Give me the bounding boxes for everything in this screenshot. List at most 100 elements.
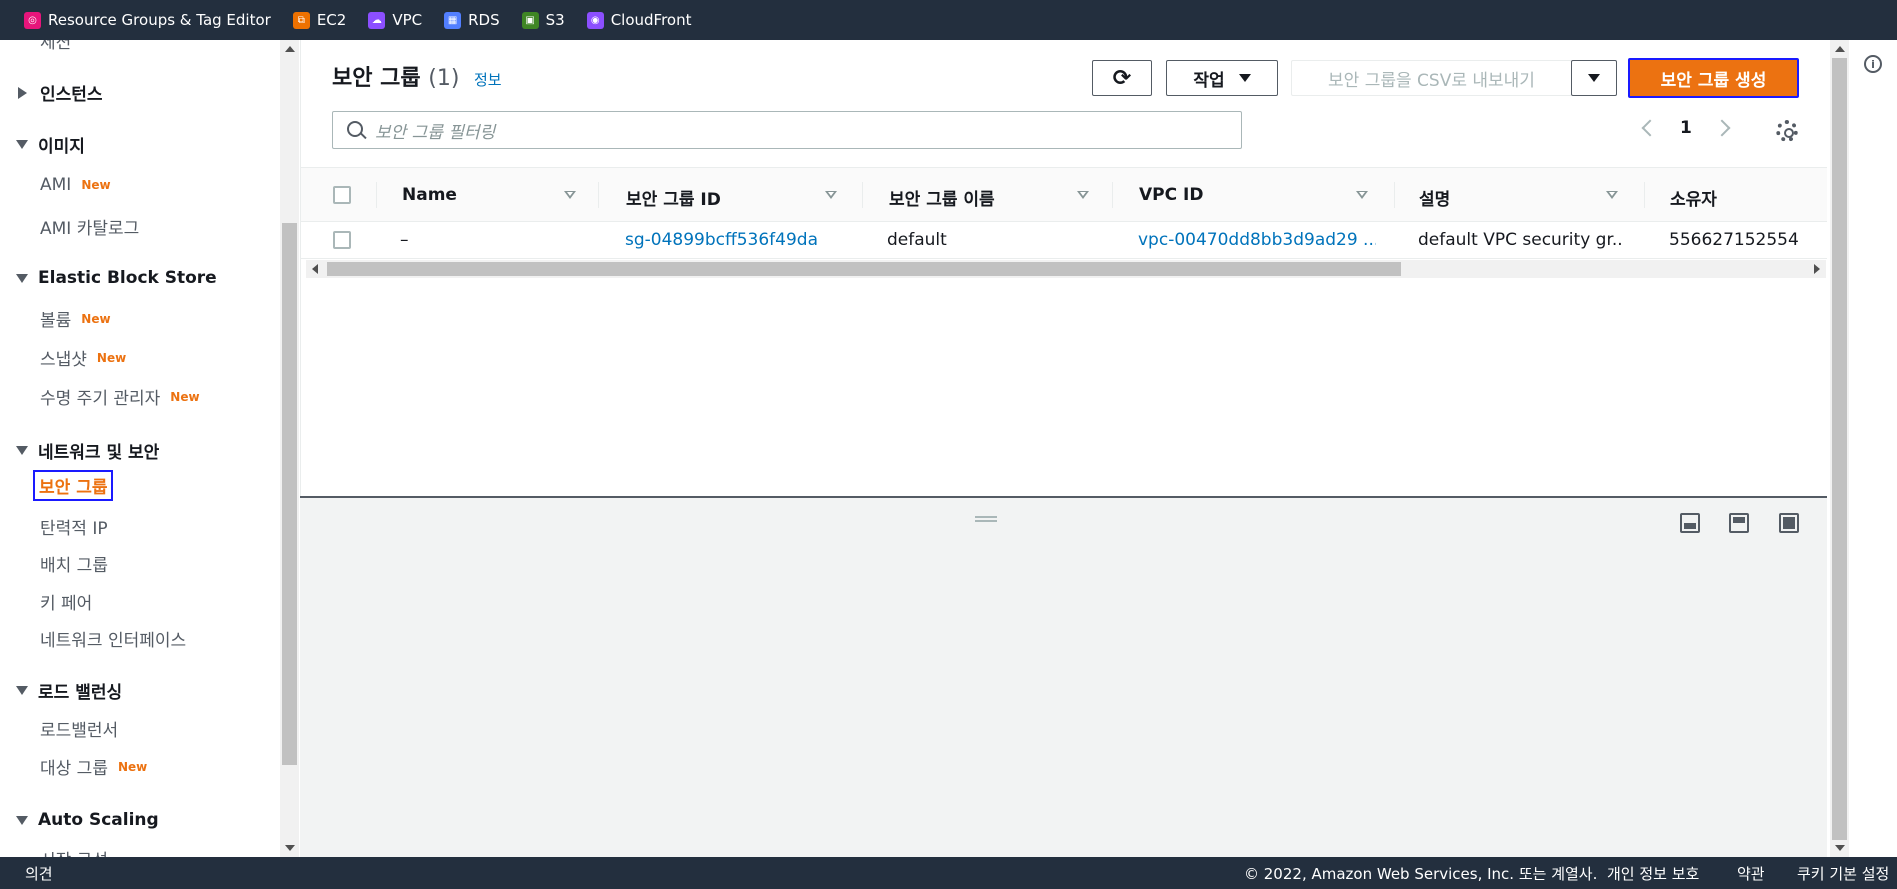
sidebar-section-ebs[interactable]: Elastic Block Store (16, 268, 217, 288)
favorite-s3[interactable]: ▣ S3 (521, 11, 565, 29)
favorite-cloudfront[interactable]: ◉ CloudFront (586, 11, 692, 29)
favorite-ec2[interactable]: ⧉ EC2 (292, 11, 347, 29)
sidebar-section-network[interactable]: 네트워크 및 보안 (16, 438, 159, 463)
sidebar-item-ami-catalog[interactable]: AMI 카탈로그 (40, 214, 139, 239)
row-checkbox[interactable] (333, 231, 351, 249)
page-number[interactable]: 1 (1680, 118, 1692, 138)
pagination: 1 (1641, 118, 1731, 138)
sidebar-item-elastic-ip[interactable]: 탄력적 IP (40, 514, 108, 539)
ec2-icon: ⧉ (292, 11, 310, 29)
sidebar-item-placement-groups[interactable]: 배치 그룹 (40, 551, 108, 576)
sort-icon[interactable] (1606, 191, 1618, 199)
sidebar-item-launch-configurations[interactable]: 시작 구성 (40, 846, 108, 857)
sidebar-item-network-interfaces[interactable]: 네트워크 인터페이스 (40, 626, 186, 651)
sidebar-item-target-groups[interactable]: 대상 그룹 New (40, 754, 147, 779)
create-security-group-button[interactable]: 보안 그룹 생성 (1628, 58, 1799, 98)
favorite-vpc[interactable]: ☁ VPC (368, 11, 422, 29)
cell-sg-id-link[interactable]: sg-04899bcff536f49da (625, 230, 818, 250)
export-options-dropdown[interactable] (1571, 60, 1617, 96)
favorite-rds[interactable]: ▦ RDS (444, 11, 500, 29)
sidebar-item-key-pairs[interactable]: 키 페어 (40, 589, 92, 614)
chevron-right-icon[interactable] (1713, 119, 1731, 137)
sort-icon[interactable] (1356, 191, 1368, 199)
sidebar-section-load-balancing[interactable]: 로드 밸런싱 (16, 678, 122, 703)
column-header-description[interactable]: 설명 (1419, 185, 1450, 210)
new-badge: New (96, 350, 127, 365)
chevron-left-icon[interactable] (1641, 119, 1659, 137)
scrollbar-thumb[interactable] (1832, 58, 1847, 840)
sidebar-section-images[interactable]: 이미지 (16, 132, 85, 157)
new-badge: New (117, 759, 148, 774)
gear-icon[interactable] (1776, 120, 1798, 142)
refresh-button[interactable]: ⟳ (1092, 60, 1152, 96)
terms-link[interactable]: 약관 (1737, 863, 1765, 884)
feedback-link[interactable]: 의견 (25, 863, 53, 884)
caret-down-icon (1238, 74, 1251, 82)
caret-down-icon (16, 140, 28, 149)
column-header-name[interactable]: Name (402, 185, 457, 205)
actions-dropdown[interactable]: 작업 (1166, 60, 1278, 96)
main-scrollbar[interactable] (1830, 40, 1849, 857)
split-side-icon[interactable] (1729, 513, 1749, 533)
sidebar-scrollbar[interactable] (280, 40, 299, 857)
table-horizontal-scrollbar[interactable] (306, 260, 1826, 278)
split-full-icon[interactable] (1779, 513, 1799, 533)
sidebar-section-label: 인스턴스 (40, 85, 103, 105)
cell-name: – (400, 230, 409, 250)
select-all-checkbox[interactable] (333, 186, 351, 204)
cell-owner: 556627152554 (1669, 230, 1799, 250)
column-divider (376, 182, 377, 208)
favorite-resource-groups[interactable]: ◎ Resource Groups & Tag Editor (24, 11, 271, 29)
export-csv-button[interactable]: 보안 그룹을 CSV로 내보내기 (1291, 60, 1572, 96)
sort-icon[interactable] (825, 191, 837, 199)
sort-icon[interactable] (1077, 191, 1089, 199)
new-badge: New (81, 311, 111, 326)
column-header-sg-name[interactable]: 보안 그룹 이름 (889, 185, 995, 210)
cell-vpc-id-link[interactable]: vpc-00470dd8bb3d9ad29 ... (1138, 230, 1376, 250)
sidebar-item-label: AMI 카탈로그 (40, 219, 140, 239)
sidebar-item-sessions[interactable]: 세션 (40, 40, 71, 53)
scroll-up-icon[interactable] (285, 46, 295, 52)
column-divider (862, 182, 863, 208)
sidebar-item-load-balancers[interactable]: 로드밸런서 (40, 716, 118, 741)
favorite-label: CloudFront (610, 11, 692, 29)
privacy-link[interactable]: 개인 정보 보호 (1607, 863, 1699, 884)
column-header-vpc-id[interactable]: VPC ID (1139, 185, 1203, 205)
scrollbar-thumb[interactable] (327, 262, 1401, 276)
scroll-up-icon[interactable] (1835, 46, 1845, 52)
filter-input[interactable]: 보안 그룹 필터링 (332, 111, 1242, 149)
sidebar-item-security-groups[interactable]: 보안 그룹 (33, 470, 114, 501)
table-row[interactable]: – sg-04899bcff536f49da default vpc-00470… (301, 222, 1827, 259)
sidebar-item-snapshots[interactable]: 스냅샷 New (40, 345, 126, 370)
caret-down-icon (16, 273, 28, 283)
info-icon[interactable]: i (1864, 55, 1882, 73)
cloudfront-icon: ◉ (586, 11, 604, 29)
sort-icon[interactable] (564, 191, 576, 199)
split-panel-divider[interactable] (300, 496, 1827, 498)
sidebar-item-lifecycle-manager[interactable]: 수명 주기 관리자 New (40, 384, 200, 409)
sidebar-item-ami[interactable]: AMI New (40, 175, 111, 195)
cookie-preferences-link[interactable]: 쿠키 기본 설정 (1797, 863, 1889, 884)
sidebar-item-label: AMI (40, 175, 72, 195)
drag-handle-icon[interactable] (975, 516, 997, 522)
info-link[interactable]: 정보 (474, 69, 502, 90)
column-divider (1394, 182, 1395, 208)
column-header-sg-id[interactable]: 보안 그룹 ID (626, 185, 721, 210)
scroll-left-icon[interactable] (312, 264, 318, 274)
sidebar-item-label: 대상 그룹 (40, 759, 108, 779)
footer: 의견 © 2022, Amazon Web Services, Inc. 또는 … (0, 857, 1897, 889)
scroll-right-icon[interactable] (1814, 264, 1820, 274)
sidebar-section-auto-scaling[interactable]: Auto Scaling (16, 810, 159, 830)
s3-icon: ▣ (521, 11, 539, 29)
favorite-label: EC2 (316, 11, 347, 29)
split-bottom-icon[interactable] (1680, 513, 1700, 533)
column-header-owner[interactable]: 소유자 (1670, 185, 1717, 210)
sidebar: 세션 인스턴스 이미지 AMI New AMI 카탈로그 Elastic Bloc… (0, 40, 280, 857)
sidebar-section-instances[interactable]: 인스턴스 (16, 80, 103, 105)
scrollbar-thumb[interactable] (282, 223, 297, 765)
scroll-down-icon[interactable] (1835, 845, 1845, 851)
sidebar-item-label: 탄력적 IP (40, 519, 108, 539)
sidebar-item-volumes[interactable]: 볼륨 New (40, 306, 111, 331)
sidebar-item-label: 세션 (40, 40, 72, 53)
scroll-down-icon[interactable] (285, 845, 295, 851)
